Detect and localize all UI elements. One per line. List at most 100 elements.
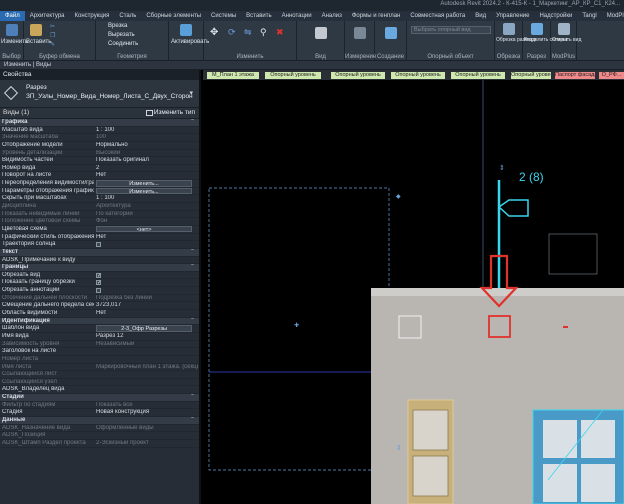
property-section-header[interactable]: Границы [0,264,199,272]
property-row[interactable]: Значение масштаба 100 [0,134,199,142]
edit-type-button[interactable]: Изменить тип [154,109,195,116]
property-row[interactable]: Графический стиль отображения рас...Нет [0,234,199,242]
property-row[interactable]: ADSK_Позиция [0,432,199,440]
property-row[interactable]: Положение цветовой схемы Фон [0,218,199,226]
select-group-label[interactable]: Выбор [0,54,23,60]
property-row[interactable]: Видимость частей Показать оригинал [0,157,199,165]
property-value[interactable]: Фон [96,218,198,225]
property-value[interactable]: 2 [96,165,198,172]
property-row[interactable]: Номер вида 2 [0,165,199,173]
property-edit-button[interactable]: Изменить... [96,187,192,194]
property-value[interactable]: 100 [96,134,198,141]
property-value[interactable]: Показать все [96,402,198,409]
property-row[interactable]: Ссылающийся лист [0,371,199,379]
property-value[interactable]: ✓ [96,279,198,286]
property-value[interactable]: Маркировочный план 1 этажа. (секци... [96,364,198,371]
cut-geometry-button[interactable]: Вырезать [108,32,135,38]
menu-tab[interactable]: Конструкция [70,11,115,21]
level-tag[interactable]: Опорный уровень [511,72,551,79]
property-value[interactable]: Новая конструкция [96,409,198,416]
mirror-icon[interactable]: ⇋ [244,27,252,38]
property-value[interactable]: Нет [96,172,198,179]
property-value[interactable]: По категории [96,211,198,218]
property-row[interactable]: Отображение модели Нормально [0,142,199,150]
match-icon[interactable]: ✎ [50,41,55,48]
menu-tab[interactable]: Вид [470,11,491,21]
paste-button-label[interactable]: Вставить [26,39,51,45]
property-row[interactable]: ADSK_Владелец вида [0,386,199,395]
property-value[interactable]: 3723,017 [96,302,198,309]
view-icon[interactable] [315,27,327,39]
property-edit-button[interactable]: Изменить... [96,180,192,187]
property-value[interactable]: Архитектура [96,203,198,210]
property-row[interactable]: Показать границу обрезки ✓ [0,279,199,288]
property-checkbox[interactable]: ✓ [96,272,101,278]
property-row[interactable]: Уровень детализации Высокий [0,150,199,158]
menu-tab[interactable]: Сборные элементы [141,11,206,21]
property-row[interactable]: Поворот на листе Нет [0,172,199,181]
copy-icon[interactable]: ❐ [50,32,55,39]
menu-tab[interactable]: Сталь [114,11,141,21]
property-row[interactable]: Имя листа Маркировочный план 1 этажа. (се… [0,364,199,372]
property-checkbox[interactable]: ✓ [96,280,101,286]
measure-icon[interactable] [354,27,366,39]
property-checkbox[interactable] [96,288,101,294]
property-row[interactable]: ADSK_Штамп Раздел проекта 2-Эскизный прое… [0,440,199,448]
crop-size-icon[interactable] [503,23,515,35]
property-row[interactable]: Обрезать аннотации [0,287,199,295]
menu-tab[interactable]: Вставить [241,11,276,21]
menu-tab[interactable]: Управление [491,11,534,21]
menu-tab[interactable]: Анализ [317,11,347,21]
property-row[interactable]: Ссылающийся узел [0,379,199,387]
property-section-header[interactable]: Стадии [0,394,199,402]
property-value[interactable] [96,287,198,294]
menu-tab[interactable]: Формы и генплан [347,11,405,21]
crop-grip-icon[interactable]: ◆ [396,193,401,200]
property-value[interactable]: 2-Эскизный проект [96,440,198,447]
property-row[interactable]: Параметры отображения графики Изменить... [0,187,199,196]
create-icon[interactable] [385,27,397,39]
property-row[interactable]: Отсечение дальней плоскости Подрезка без … [0,295,199,303]
section-view-drawing[interactable]: ◆ ✚ ⇕ ⇕ [203,80,624,504]
property-value[interactable]: Подрезка без линии [96,295,198,302]
property-row[interactable]: Зависимость уровня Независимый [0,341,199,349]
activate-view-icon[interactable] [180,24,192,36]
property-value[interactable]: 2-3_Офр Разрезы [96,325,198,332]
chevron-down-icon[interactable]: ▾ [189,89,193,97]
property-row[interactable]: Траектория солнца [0,241,199,249]
property-row[interactable]: Шаблон вида 2-3_Офр Разрезы [0,325,199,333]
property-section-header[interactable]: Графика [0,119,199,127]
delete-icon[interactable]: ✖ [276,27,284,38]
flip-arrows-icon[interactable]: ⇕ [499,164,505,172]
property-row[interactable]: Переопределения видимости/графикиИзменит… [0,180,199,188]
property-value[interactable]: 1 : 100 [96,195,198,202]
cut-icon[interactable]: ✂ [50,23,55,30]
menu-tab[interactable]: Надстройки [534,11,577,21]
property-row[interactable]: Скрыть при масштабах 1 : 100 [0,195,199,204]
type-selector[interactable]: Разрез ЗП_Узлы_Номер_Вида_Номер_Листа_С_… [0,80,199,108]
section-head-marker[interactable] [497,199,529,217]
property-value[interactable]: Высокий [96,150,198,157]
property-value[interactable]: Изменить... [96,187,198,194]
pin-icon[interactable]: ⚲ [260,27,267,38]
menu-tab[interactable]: Tangl [577,11,601,21]
level-tag[interactable]: Паспорт фасада [555,72,595,79]
level-tag[interactable]: Опорный уровень [451,72,505,79]
crop-grip-icon[interactable]: ✚ [294,322,299,329]
menu-tab[interactable]: Совместная работа [405,11,470,21]
rotate-icon[interactable]: ⟳ [228,27,236,38]
property-row[interactable]: ADSK_Назначение вида Оформленные виды [0,425,199,433]
property-value[interactable]: Нормально [96,142,198,149]
move-icon[interactable]: ✥ [210,27,218,38]
menu-tab[interactable]: ModPlus [602,11,624,21]
property-row[interactable]: Обрезать вид ✓ [0,272,199,280]
property-value[interactable] [96,241,198,248]
split-segment-icon[interactable] [531,23,543,35]
modify-cursor-icon[interactable] [6,24,18,36]
property-row[interactable]: Дисциплина Архитектура [0,203,199,211]
property-section-header[interactable]: Текст [0,248,199,257]
property-value[interactable]: Показать оригинал [96,157,198,164]
property-value[interactable]: Нет [96,310,198,317]
property-edit-button[interactable]: 2-3_Офр Разрезы [96,325,192,332]
instance-filter[interactable]: Виды (1) [3,109,29,116]
